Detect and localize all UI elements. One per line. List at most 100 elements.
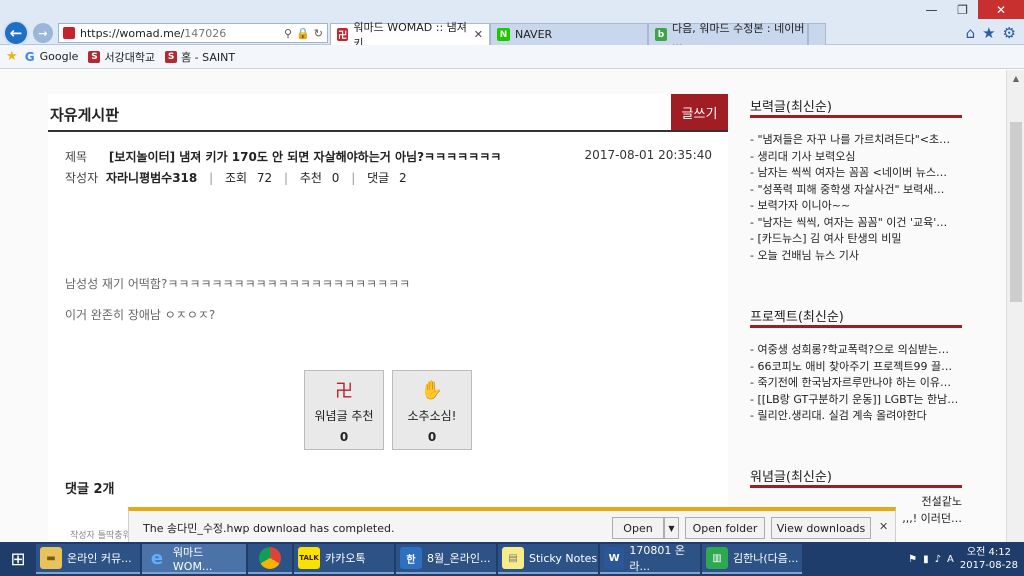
list-item[interactable]: - "성폭력 피해 중학생 자살사건" 보력새… [750, 182, 962, 199]
view-downloads-button[interactable]: View downloads [771, 517, 871, 539]
close-tab-icon[interactable]: ✕ [474, 28, 483, 41]
clock-date: 2017-08-28 [959, 560, 1018, 571]
favorite-saint[interactable]: S 홈 - SAINT [165, 49, 235, 65]
tab-womad[interactable]: 卍 워마드 WOMAD :: 냄져 키... ✕ [330, 21, 490, 50]
list-item[interactable]: - "냄져들은 자꾸 나를 가르치려든다"<초… [750, 132, 962, 149]
address-bar[interactable]: https://womad.me/147026 ⚲ 🔒 ↻ [58, 23, 328, 43]
tab-label: NAVER [515, 28, 553, 41]
taskbar-item-explorer[interactable]: ▬ 온라인 커뮤... [36, 544, 140, 574]
close-window-icon[interactable]: ✕ [978, 0, 1024, 19]
list-item[interactable]: - 릴리안.생리대. 실검 계속 올려야한다 [750, 408, 962, 425]
web-page: 자유게시판 글쓰기 제목 [보지놀이터] 냄져 키가 170도 안 되면 자살해… [0, 70, 1024, 542]
taskbar-item-kakaotalk[interactable]: TALK 카카오톡 [294, 544, 394, 574]
tab-naver-blog[interactable]: b 다음, 워마드 수정본 : 네이버 ... [648, 22, 808, 49]
screen: ← → https://womad.me/147026 ⚲ 🔒 ↻ 卍 워마드 … [0, 0, 1024, 576]
download-notification-bar: The 송다민_수정.hwp download has completed. O… [128, 507, 896, 545]
favorites-star-icon[interactable]: ★ [982, 24, 995, 42]
taskbar-item-chrome[interactable] [248, 544, 292, 574]
taskbar-label: Sticky Notes [529, 551, 598, 565]
taskbar-item-hwp[interactable]: 한 8월_온라인... [396, 544, 496, 574]
site-favicon-icon [63, 27, 75, 39]
vote-label: 소추소심! [407, 409, 457, 423]
comments-label: 댓글 [367, 171, 390, 185]
language-icon[interactable]: A [947, 554, 954, 565]
windows-taskbar: ⊞ ▬ 온라인 커뮤... e 워마드 WOM... TALK 카카오톡 한 8… [0, 542, 1024, 576]
post-body-line: 남성성 재기 어떡함?ㅋㅋㅋㅋㅋㅋㅋㅋㅋㅋㅋㅋㅋㅋㅋㅋㅋㅋㅋㅋㅋㅋ [65, 277, 411, 291]
list-item[interactable]: - 생리대 기사 보력오심 [750, 149, 962, 166]
network-icon[interactable]: ▮ [923, 554, 929, 565]
saint-icon: S [165, 50, 178, 63]
subject-label: 제목 [65, 150, 88, 164]
taskbar-item-ie[interactable]: e 워마드 WOM... [142, 544, 246, 574]
post-author[interactable]: 자라니평범수318 [106, 171, 197, 185]
clock[interactable]: 오전 4:12 2017-08-28 [960, 546, 1018, 572]
windows-start-icon[interactable]: ⊞ [0, 542, 36, 576]
likes-count: 0 [331, 171, 340, 185]
list-item[interactable]: - 죽기전에 한국남자르루만나야 하는 이유… [750, 375, 962, 392]
write-button[interactable]: 글쓰기 [671, 94, 728, 130]
list-item[interactable]: - 여중생 성희롱?학교폭력?으로 의심받는… [750, 342, 962, 359]
tab-naver[interactable]: N NAVER [490, 23, 648, 45]
sidebar-section-project: 프로젝트(최신순) - 여중생 성희롱?학교폭력?으로 의심받는… - 66코피… [750, 302, 962, 425]
chrome-icon [259, 547, 281, 569]
list-item[interactable]: - "남자는 씩씩, 여자는 꼼꼼" 이건 '교육'… [750, 215, 962, 232]
divider [48, 130, 728, 132]
favorite-google[interactable]: G Google [24, 49, 79, 64]
board-title: 자유게시판 [50, 106, 120, 124]
taskbar-label: 170801 온라... [629, 544, 685, 573]
views-label: 조회 [224, 171, 248, 185]
scroll-up-icon[interactable]: ▲ [1007, 70, 1024, 86]
refresh-icon[interactable]: ↻ [314, 27, 323, 40]
restore-icon[interactable]: ❐ [947, 0, 978, 19]
pinch-hand-icon: ✋ [420, 379, 444, 401]
search-icon[interactable]: ⚲ [284, 27, 292, 40]
home-icon[interactable]: ⌂ [966, 24, 976, 42]
list-item[interactable]: - 66코피노 애비 찾아주기 프로젝트99 끌… [750, 359, 962, 376]
section-title: 워념글(최신순) [750, 462, 962, 488]
list-item[interactable]: - 보력가자 이니아~~ [750, 198, 962, 215]
google-icon: G [24, 49, 35, 64]
list-item[interactable]: - [[LB랑 GT구분하기 운동]] LGBT는 한남… [750, 392, 962, 409]
list-item[interactable]: - 남자는 씩씩 여자는 꼼꼼 <네이버 뉴스… [750, 165, 962, 182]
sochu-button[interactable]: ✋ 소추소심! 0 [392, 370, 472, 450]
minimize-icon[interactable]: — [916, 0, 947, 19]
taskbar-item-chat[interactable]: ▥ 김한나(다음... [702, 544, 802, 574]
back-button[interactable]: ← [3, 20, 29, 46]
womad-favicon-icon: 卍 [337, 28, 349, 41]
favorite-label: Google [39, 50, 79, 63]
internet-explorer-icon: e [150, 547, 164, 569]
list-item[interactable]: - 오늘 건배님 뉴스 기사 [750, 248, 962, 265]
browser-titlebar: ← → https://womad.me/147026 ⚲ 🔒 ↻ 卍 워마드 … [0, 0, 1024, 50]
close-download-icon[interactable]: ✕ [879, 520, 888, 533]
blog-favicon-icon: b [655, 28, 667, 41]
open-folder-button[interactable]: Open folder [685, 517, 765, 539]
new-tab-button[interactable] [808, 23, 826, 45]
post-body-line: 이거 완존히 장애남 ㅇㅈㅇㅈ? [65, 308, 216, 322]
taskbar-item-sticky-notes[interactable]: ▤ Sticky Notes [498, 544, 598, 574]
comment-author-preview: 작성자 틀딱충워 [70, 531, 131, 541]
taskbar-item-word[interactable]: W 170801 온라... [600, 544, 700, 574]
open-button[interactable]: Open [612, 517, 664, 539]
naver-favicon-icon: N [497, 28, 510, 41]
list-item[interactable]: - [카드뉴스] 김 여사 탄생의 비밀 [750, 231, 962, 248]
lock-icon[interactable]: 🔒 [296, 27, 310, 40]
settings-gear-icon[interactable]: ⚙ [1003, 24, 1016, 42]
section-list: - "냄져들은 자꾸 나를 가르치려든다"<초… - 생리대 기사 보력오심 -… [750, 132, 962, 264]
sidebar-section-bolyeok: 보력글(최신순) - "냄져들은 자꾸 나를 가르치려든다"<초… - 생리대 … [750, 92, 962, 264]
scrollbar-thumb[interactable] [1010, 122, 1022, 302]
favorites-add-icon[interactable]: ★ [6, 49, 18, 64]
word-icon: W [604, 547, 625, 569]
hwp-icon: 한 [400, 547, 422, 569]
subject-row: 제목 [보지놀이터] 냄져 키가 170도 안 되면 자살해야하는거 아님?ㅋㅋ… [65, 148, 501, 165]
vertical-scrollbar[interactable]: ▲ [1006, 70, 1024, 542]
volume-icon[interactable]: ♪ [935, 554, 941, 565]
open-dropdown-icon[interactable]: ▼ [664, 517, 679, 539]
section-title: 보력글(최신순) [750, 92, 962, 118]
forward-button[interactable]: → [33, 23, 53, 43]
likes-label: 추천 [299, 171, 322, 185]
window-controls: — ❐ ✕ [916, 0, 1024, 19]
favorite-sogang[interactable]: S 서강대학교 [88, 49, 155, 65]
section-list: - 여중생 성희롱?학교폭력?으로 의심받는… - 66코피노 애비 찾아주기 … [750, 342, 962, 425]
flag-icon[interactable]: ⚑ [908, 554, 917, 565]
recommend-button[interactable]: 卍 워념글 추천 0 [304, 370, 384, 450]
